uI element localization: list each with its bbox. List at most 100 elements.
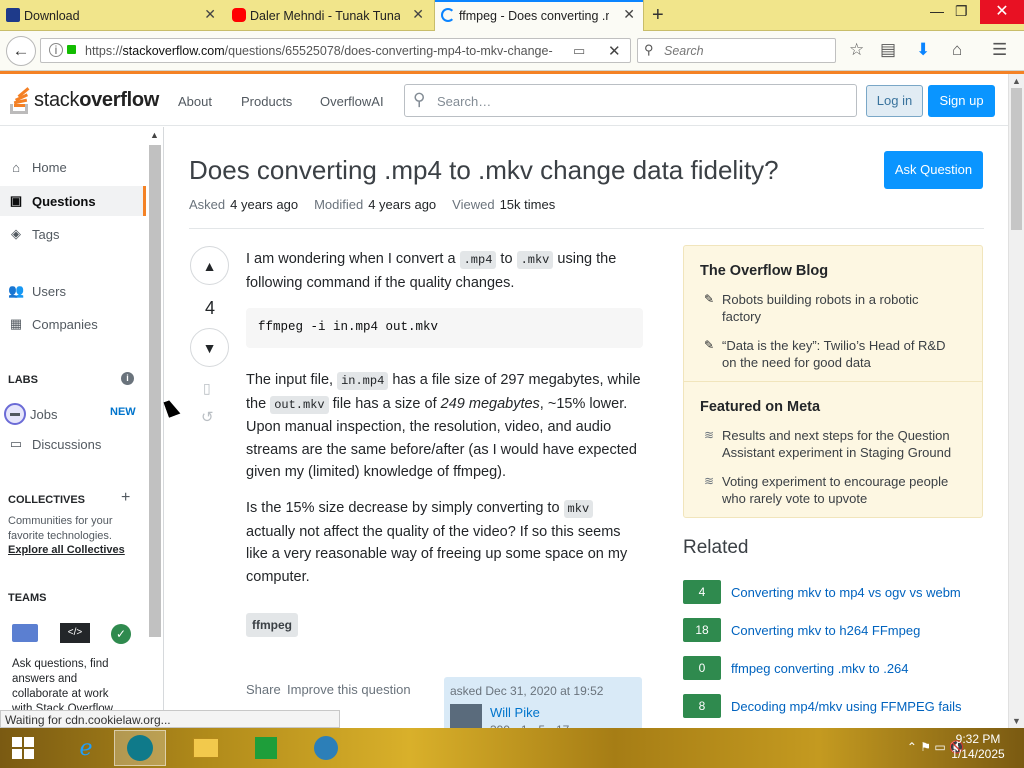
tab-download[interactable]: Download ✕ bbox=[0, 0, 224, 31]
teams-chat-icon bbox=[12, 624, 38, 642]
stop-icon[interactable]: ✕ bbox=[608, 42, 621, 60]
menu-icon[interactable]: ☰ bbox=[992, 40, 1007, 60]
reader-view-icon[interactable]: ▭ bbox=[573, 43, 585, 59]
labs-heading: LABS bbox=[8, 374, 38, 386]
improve-question-link[interactable]: Improve this question bbox=[287, 682, 411, 697]
stackoverflow-logo[interactable]: stackoverflow bbox=[8, 83, 159, 117]
user-name-link[interactable]: Will Pike bbox=[490, 705, 540, 720]
related-item[interactable]: 0 ffmpeg converting .mkv to .264 bbox=[683, 656, 983, 680]
nav-products[interactable]: Products bbox=[241, 94, 292, 109]
related-score: 18 bbox=[683, 618, 721, 642]
meta-item[interactable]: ≋ Voting experiment to encourage people w… bbox=[704, 473, 959, 507]
close-tab-icon[interactable]: ✕ bbox=[412, 7, 424, 21]
file-explorer-icon[interactable] bbox=[180, 730, 232, 766]
so-search-input[interactable]: ⚲ Search… bbox=[404, 84, 857, 117]
tab-youtube[interactable]: Daler Mehndi - Tunak Tuna ✕ bbox=[226, 0, 432, 31]
tab-title: ffmpeg - Does converting .mp bbox=[459, 9, 609, 23]
related-item[interactable]: 4 Converting mkv to mp4 vs ogv vs webm bbox=[683, 580, 983, 604]
sidebar-scrollbar[interactable]: ▲ bbox=[148, 127, 162, 710]
downvote-button[interactable]: ▼ bbox=[190, 328, 229, 367]
history-icon[interactable]: ↺ bbox=[201, 408, 214, 426]
close-tab-icon[interactable]: ✕ bbox=[623, 7, 635, 21]
vote-count: 4 bbox=[204, 298, 215, 318]
bookmark-star-icon[interactable]: ☆ bbox=[849, 40, 864, 60]
explore-collectives-link[interactable]: Explore all Collectives bbox=[8, 544, 125, 556]
new-tab-icon[interactable]: + bbox=[652, 4, 664, 27]
browser-search-bar[interactable]: ⚲ Search bbox=[637, 38, 836, 63]
ask-question-button[interactable]: Ask Question bbox=[884, 151, 983, 189]
sidebar-item-jobs[interactable]: ▬ Jobs bbox=[4, 403, 57, 425]
page-scrollbar[interactable]: ▲ ▼ bbox=[1008, 74, 1024, 728]
store-icon[interactable] bbox=[240, 730, 292, 766]
url-bar[interactable]: i https://stackoverflow.com/questions/65… bbox=[40, 38, 631, 63]
share-link[interactable]: Share bbox=[246, 682, 281, 697]
back-button[interactable]: ← bbox=[6, 36, 36, 66]
question-meta: Asked 4 years ago Modified 4 years ago Vie… bbox=[189, 197, 571, 212]
related-link[interactable]: Converting mkv to mp4 vs ogv vs webm bbox=[731, 585, 961, 600]
internet-explorer-icon[interactable]: ℯ bbox=[60, 730, 112, 766]
sidebar-item-questions[interactable]: ▣ Questions bbox=[0, 186, 146, 216]
lock-icon[interactable] bbox=[67, 45, 76, 54]
windows-icon bbox=[12, 737, 34, 759]
meta-item[interactable]: ≋ Results and next steps for the Question… bbox=[704, 427, 959, 461]
related-score: 0 bbox=[683, 656, 721, 680]
sidebar-item-tags[interactable]: ◈ Tags bbox=[8, 226, 59, 242]
bookmark-icon[interactable]: ▯ bbox=[203, 380, 211, 397]
download-icon[interactable]: ⬇ bbox=[916, 40, 930, 60]
collectives-description: Communities for your favorite technologi… bbox=[8, 515, 113, 542]
upvote-button[interactable]: ▲ bbox=[190, 246, 229, 285]
home-icon[interactable]: ⌂ bbox=[952, 40, 962, 60]
status-bar: Waiting for cdn.cookielaw.org... bbox=[0, 710, 340, 728]
scroll-up-icon[interactable]: ▲ bbox=[1012, 76, 1021, 86]
logo-bold-text: overflow bbox=[79, 88, 160, 111]
asked-value: 4 years ago bbox=[230, 197, 299, 212]
taskbar: ℯ ⌃ ⚑ ▭ 🔇 9:32 PM 1/14/2025 bbox=[0, 728, 1024, 768]
blog-item[interactable]: ✎ Robots building robots in a robotic fac… bbox=[704, 291, 959, 325]
scrollbar-thumb[interactable] bbox=[149, 145, 161, 637]
inline-code: in.mp4 bbox=[337, 372, 389, 390]
download-manager-icon[interactable] bbox=[300, 730, 352, 766]
related-link[interactable]: Decoding mp4/mkv using FFMPEG fails bbox=[731, 699, 961, 714]
nav-about[interactable]: About bbox=[178, 94, 212, 109]
nav-overflowai[interactable]: OverflowAI bbox=[320, 94, 384, 109]
library-icon[interactable]: ▤ bbox=[880, 40, 896, 60]
left-sidebar: ⌂ Home ▣ Questions ◈ Tags 👥 Users ▦ Companies… bbox=[0, 127, 164, 710]
blog-item[interactable]: ✎ “Data is the key”: Twilio’s Head of R&D… bbox=[704, 337, 959, 371]
tag-ffmpeg[interactable]: ffmpeg bbox=[246, 613, 298, 637]
overflow-blog-widget: The Overflow Blog ✎ Robots building robot… bbox=[683, 245, 983, 518]
sidebar-item-discussions[interactable]: ▭ Discussions bbox=[8, 436, 102, 452]
scrollbar-thumb[interactable] bbox=[1011, 88, 1022, 230]
maximize-icon[interactable]: ❐ bbox=[955, 3, 968, 20]
question-title[interactable]: Does converting .mp4 to .mkv change data… bbox=[189, 155, 779, 186]
signup-button[interactable]: Sign up bbox=[928, 85, 995, 117]
add-collective-icon[interactable]: + bbox=[121, 489, 130, 507]
firefox-icon[interactable] bbox=[114, 730, 166, 766]
scroll-up-icon[interactable]: ▲ bbox=[150, 130, 159, 140]
url-text[interactable]: https://stackoverflow.com/questions/6552… bbox=[85, 44, 555, 58]
loading-spinner-icon bbox=[441, 8, 455, 22]
login-button[interactable]: Log in bbox=[866, 85, 923, 117]
minimize-icon[interactable]: — bbox=[930, 3, 944, 19]
code-block[interactable]: ffmpeg -i in.mp4 out.mkv bbox=[246, 308, 643, 348]
close-window-icon[interactable]: ✕ bbox=[980, 0, 1024, 24]
clock[interactable]: 9:32 PM 1/14/2025 bbox=[938, 732, 1018, 762]
close-tab-icon[interactable]: ✕ bbox=[204, 7, 216, 21]
related-item[interactable]: 18 Converting mkv to h264 FFmpeg bbox=[683, 618, 983, 642]
related-link[interactable]: Converting mkv to h264 FFmpeg bbox=[731, 623, 920, 638]
info-icon[interactable]: i bbox=[49, 43, 63, 57]
question-body-p3: Is the 15% size decrease by simply conve… bbox=[246, 497, 642, 588]
start-button[interactable] bbox=[0, 730, 46, 766]
sidebar-item-companies[interactable]: ▦ Companies bbox=[8, 316, 98, 332]
related-item[interactable]: 8 Decoding mp4/mkv using FFMPEG fails bbox=[683, 694, 983, 718]
sidebar-item-home[interactable]: ⌂ Home bbox=[8, 160, 67, 175]
related-link[interactable]: ffmpeg converting .mkv to .264 bbox=[731, 661, 909, 676]
sidebar-item-users[interactable]: 👥 Users bbox=[8, 283, 66, 299]
viewed-value: 15k times bbox=[499, 197, 556, 212]
labs-info-icon[interactable]: i bbox=[121, 372, 134, 385]
sidebar-label: Users bbox=[32, 283, 66, 299]
sidebar-label: Questions bbox=[32, 193, 96, 209]
scroll-down-icon[interactable]: ▼ bbox=[1012, 716, 1021, 726]
users-icon: 👥 bbox=[8, 283, 25, 298]
tab-ffmpeg[interactable]: ffmpeg - Does converting .mp ✕ bbox=[434, 0, 644, 32]
question-body-p1: I am wondering when I convert a .mp4 to … bbox=[246, 248, 642, 294]
